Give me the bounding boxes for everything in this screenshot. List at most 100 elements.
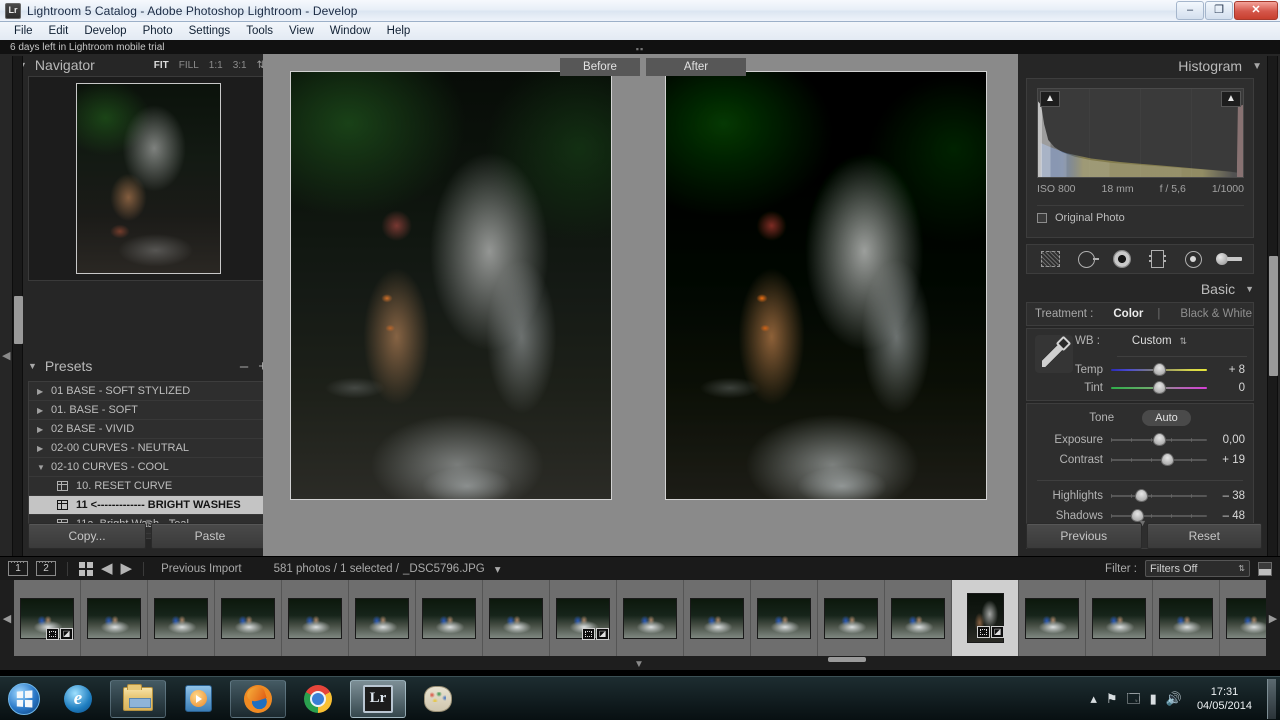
tray-expand-icon[interactable]: ▴ (1090, 692, 1097, 705)
left-scrollbar-thumb[interactable] (14, 296, 23, 344)
slider-highlights-track[interactable] (1111, 489, 1207, 502)
slider-tint-knob[interactable] (1152, 381, 1166, 394)
slider-contrast-track[interactable] (1111, 453, 1207, 466)
slider-shadows-track[interactable] (1111, 509, 1207, 522)
basic-header[interactable]: Basic ▼ (1018, 276, 1270, 302)
taskbar-chrome[interactable] (290, 680, 346, 718)
after-pane[interactable] (639, 54, 1018, 559)
filter-stepper-icon[interactable]: ⇅ (1238, 564, 1245, 573)
filter-select[interactable]: Filters Off ⇅ (1145, 560, 1250, 577)
slider-highlights[interactable]: Highlights – 38 (1035, 488, 1245, 503)
filmstrip-prev-arrow[interactable]: ◀ (0, 612, 14, 625)
filmstrip-thumb[interactable] (1220, 580, 1266, 656)
reset-button[interactable]: Reset (1146, 523, 1262, 549)
slider-tint-track[interactable] (1111, 381, 1207, 394)
minimize-button[interactable]: – (1176, 1, 1204, 20)
maximize-button[interactable]: ❐ (1205, 1, 1233, 20)
left-panel-scrollbar[interactable] (12, 56, 23, 610)
network-signal-icon[interactable]: ▮ (1150, 692, 1157, 705)
start-orb-icon[interactable] (2, 680, 46, 718)
taskbar-windows-media-player[interactable] (170, 680, 226, 718)
menu-tools[interactable]: Tools (238, 22, 281, 40)
left-panel-toggle-arrow[interactable]: ◀ (2, 349, 12, 363)
filmstrip-collapse-icon[interactable]: ▼ (634, 659, 644, 670)
screen-2-button[interactable]: 2 (36, 561, 56, 576)
filmstrip-filename[interactable]: _DSC5796.JPG (403, 563, 485, 575)
preset-group-expanded[interactable]: ▼ 02-10 CURVES - COOL (29, 458, 268, 477)
slider-exposure-knob[interactable] (1152, 433, 1166, 446)
shadow-clipping-icon[interactable]: ▲ (1040, 91, 1060, 107)
filmstrip-thumb[interactable] (215, 580, 282, 656)
crop-overlay-icon[interactable] (1037, 249, 1065, 269)
taskbar-clock[interactable]: 17:31 04/05/2014 (1191, 685, 1258, 713)
presets-header[interactable]: ▼ Presets – + (28, 354, 269, 378)
original-photo-checkbox[interactable] (1037, 213, 1047, 223)
navigator-header[interactable]: ▼ Navigator FIT FILL 1:1 3:1 ⇅ (14, 54, 269, 76)
filmstrip-resize-grip[interactable] (828, 657, 866, 662)
nav-mode-1-1[interactable]: 1:1 (209, 60, 223, 71)
basic-collapse-icon[interactable]: ▼ (1245, 284, 1254, 294)
filmstrip-file-dropdown-icon[interactable]: ▾ (495, 562, 501, 576)
volume-icon[interactable]: 🔊 (1166, 692, 1182, 705)
preset-item-selected[interactable]: 11 <------------- BRIGHT WASHES (29, 496, 268, 515)
taskbar-firefox[interactable] (230, 679, 286, 718)
filmstrip-thumb[interactable]: ◪ (14, 580, 81, 656)
nav-mode-fill[interactable]: FILL (179, 60, 199, 71)
copy-button[interactable]: Copy... (28, 523, 146, 549)
histogram-header[interactable]: Histogram ▼ (1018, 54, 1270, 78)
navigate-forward-icon[interactable]: ▶ (121, 561, 133, 576)
slider-temp[interactable]: Temp + 8 (1035, 362, 1245, 377)
presets-collapse-icon[interactable]: ▼ (28, 361, 37, 371)
before-pane[interactable] (263, 54, 639, 559)
filter-toggle-switch[interactable] (1258, 561, 1272, 576)
chevron-right-icon[interactable]: ▶ (37, 387, 51, 396)
menu-photo[interactable]: Photo (135, 22, 181, 40)
filmstrip-thumb[interactable] (684, 580, 751, 656)
filmstrip-thumb[interactable] (349, 580, 416, 656)
before-photo[interactable] (290, 71, 612, 500)
preset-group[interactable]: ▶ 02 BASE - VIVID (29, 420, 268, 439)
after-photo[interactable] (665, 71, 987, 500)
treatment-bw-option[interactable]: Black & White (1180, 308, 1252, 320)
filmstrip-thumb[interactable] (81, 580, 148, 656)
top-panel-grip[interactable]: ▪▪ (632, 45, 648, 54)
highlight-clipping-icon[interactable]: ▲ (1221, 91, 1241, 107)
grid-view-icon[interactable] (79, 561, 93, 576)
slider-contrast[interactable]: Contrast + 19 (1035, 452, 1245, 467)
filmstrip-next-arrow[interactable]: ▶ (1266, 612, 1280, 625)
menu-help[interactable]: Help (379, 22, 419, 40)
filmstrip-thumb[interactable] (148, 580, 215, 656)
slider-temp-knob[interactable] (1152, 363, 1166, 376)
taskbar-windows-explorer[interactable] (110, 679, 166, 718)
spot-removal-icon[interactable] (1072, 249, 1100, 269)
graduated-filter-icon[interactable] (1144, 249, 1172, 269)
filmstrip-thumb[interactable] (1019, 580, 1086, 656)
taskbar-internet-explorer[interactable]: e (50, 680, 106, 718)
action-center-flag-icon[interactable]: ⚑ (1106, 692, 1118, 705)
chevron-right-icon[interactable]: ▶ (37, 425, 51, 434)
red-eye-icon[interactable] (1108, 249, 1136, 269)
menu-edit[interactable]: Edit (41, 22, 77, 40)
show-desktop-button[interactable] (1267, 678, 1276, 719)
filmstrip-thumb[interactable] (416, 580, 483, 656)
chevron-right-icon[interactable]: ▶ (37, 444, 51, 453)
original-photo-row[interactable]: Original Photo (1037, 205, 1244, 227)
slider-exposure-track[interactable] (1111, 433, 1207, 446)
presets-list[interactable]: ▶ 01 BASE - SOFT STYLIZED ▶ 01. BASE - S… (28, 381, 269, 539)
preset-group[interactable]: ▶ 01 BASE - SOFT STYLIZED (29, 382, 268, 401)
radial-filter-icon[interactable] (1179, 249, 1207, 269)
filmstrip-thumb[interactable] (1153, 580, 1220, 656)
filmstrip-thumb[interactable] (282, 580, 349, 656)
slider-contrast-knob[interactable] (1161, 453, 1175, 466)
tray-notification-icon[interactable]: 🗔 (1127, 692, 1141, 705)
chevron-right-icon[interactable]: ▶ (37, 406, 51, 415)
slider-exposure[interactable]: Exposure 0,00 (1035, 432, 1245, 447)
histogram-collapse-icon[interactable]: ▼ (1252, 61, 1262, 72)
filmstrip-thumb[interactable] (483, 580, 550, 656)
menu-settings[interactable]: Settings (181, 22, 239, 40)
filmstrip-thumb[interactable]: ◪ (550, 580, 617, 656)
wb-value[interactable]: Custom (1132, 335, 1172, 347)
filmstrip-thumb-selected[interactable]: ◪ (952, 580, 1019, 656)
nav-mode-3-1[interactable]: 3:1 (233, 60, 247, 71)
slider-highlights-knob[interactable] (1135, 489, 1149, 502)
